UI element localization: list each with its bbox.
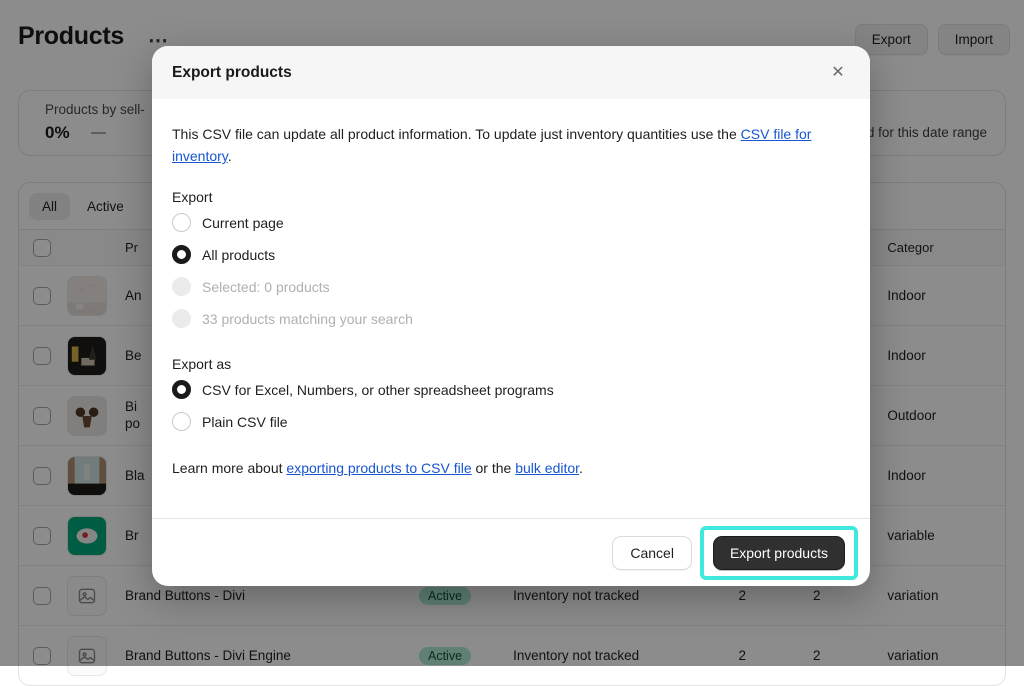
radio-label: CSV for Excel, Numbers, or other spreads… bbox=[202, 382, 554, 398]
radio-current-page[interactable]: Current page bbox=[172, 207, 850, 239]
radio-icon bbox=[172, 412, 191, 431]
export-group-label: Export bbox=[172, 189, 850, 205]
submit-focus-ring: Export products bbox=[700, 526, 858, 580]
radio-icon-selected bbox=[172, 245, 191, 264]
radio-label: Plain CSV file bbox=[202, 414, 288, 430]
dialog-footer: Cancel Export products bbox=[152, 518, 870, 586]
radio-matching-search: 33 products matching your search bbox=[172, 303, 850, 335]
learn-text-after: . bbox=[579, 460, 583, 476]
radio-icon-selected bbox=[172, 380, 191, 399]
learn-text-before: Learn more about bbox=[172, 460, 286, 476]
dialog-header: Export products ✕ bbox=[152, 46, 870, 99]
radio-selected-products: Selected: 0 products bbox=[172, 271, 850, 303]
intro-text: This CSV file can update all product inf… bbox=[172, 123, 834, 168]
bulk-editor-link[interactable]: bulk editor bbox=[515, 460, 579, 476]
app-root: Products ⋯ Export Import Products by sel… bbox=[0, 0, 1024, 666]
close-icon[interactable]: ✕ bbox=[824, 59, 852, 87]
dialog-body: This CSV file can update all product inf… bbox=[152, 99, 870, 518]
radio-icon bbox=[172, 213, 191, 232]
dialog-title: Export products bbox=[172, 64, 824, 82]
exporting-products-link[interactable]: exporting products to CSV file bbox=[286, 460, 471, 476]
cancel-button[interactable]: Cancel bbox=[612, 536, 692, 570]
radio-label: Current page bbox=[202, 215, 284, 231]
radio-label: Selected: 0 products bbox=[202, 279, 330, 295]
export-products-submit-button[interactable]: Export products bbox=[713, 536, 845, 570]
radio-label: 33 products matching your search bbox=[202, 311, 413, 327]
learn-text-middle: or the bbox=[472, 460, 516, 476]
intro-text-before: This CSV file can update all product inf… bbox=[172, 126, 741, 142]
intro-text-after: . bbox=[228, 148, 232, 164]
radio-icon-disabled bbox=[172, 277, 191, 296]
radio-csv-excel[interactable]: CSV for Excel, Numbers, or other spreads… bbox=[172, 374, 850, 406]
export-products-dialog: Export products ✕ This CSV file can upda… bbox=[152, 46, 870, 586]
radio-icon-disabled bbox=[172, 309, 191, 328]
learn-more-text: Learn more about exporting products to C… bbox=[172, 460, 850, 476]
export-as-group-label: Export as bbox=[172, 356, 850, 372]
radio-plain-csv[interactable]: Plain CSV file bbox=[172, 406, 850, 438]
radio-all-products[interactable]: All products bbox=[172, 239, 850, 271]
close-glyph: ✕ bbox=[831, 65, 844, 81]
radio-label: All products bbox=[202, 247, 275, 263]
